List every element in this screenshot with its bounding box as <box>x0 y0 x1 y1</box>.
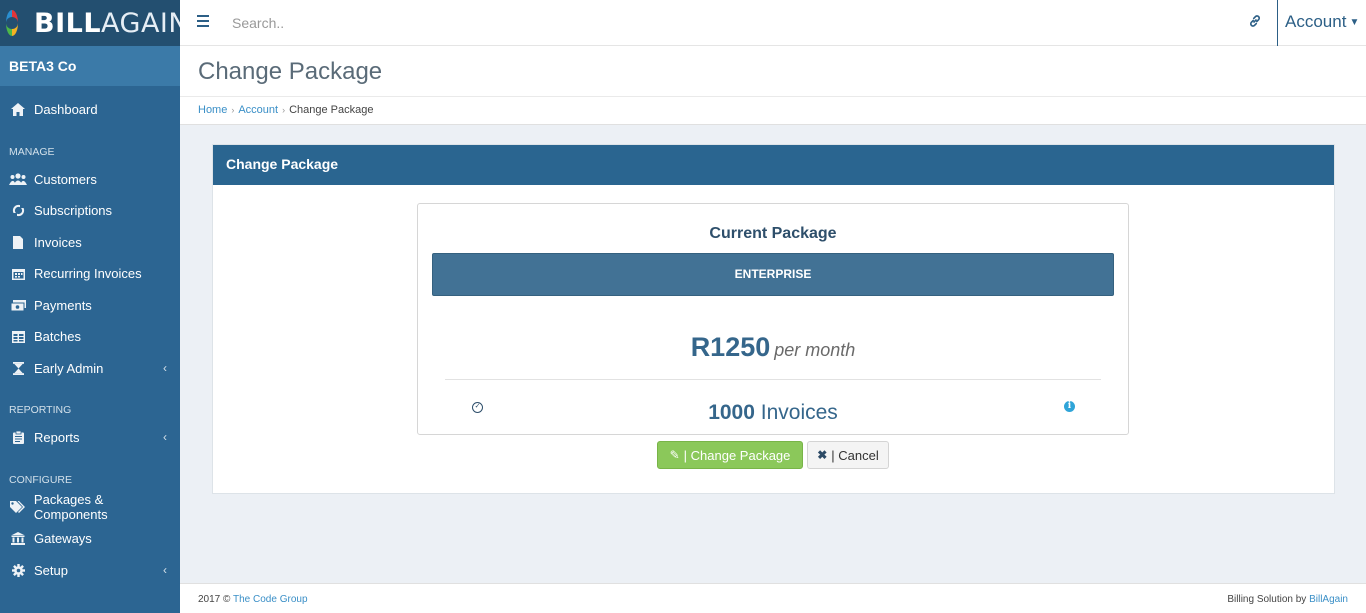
logo-icon <box>6 10 18 36</box>
chevron-left-icon: ‹ <box>163 430 167 444</box>
sidebar-item-invoices[interactable]: Invoices <box>0 227 180 259</box>
sidebar-item-setup[interactable]: Setup ‹ <box>0 555 180 587</box>
breadcrumb-account[interactable]: Account <box>238 104 278 116</box>
change-package-panel: Change Package Current Package ENTERPRIS… <box>212 144 1335 494</box>
sidebar-item-customers[interactable]: Customers <box>0 164 180 196</box>
search-input[interactable] <box>232 12 832 34</box>
company-name: BETA3 Co <box>0 46 180 86</box>
cancel-button[interactable]: ✖ | Cancel <box>807 441 889 469</box>
pencil-icon: ✎ <box>669 448 680 462</box>
sidebar-nav: Dashboard MANAGE Customers Subscriptions… <box>0 86 180 586</box>
sidebar-item-dashboard[interactable]: Dashboard <box>0 94 180 126</box>
tags-icon <box>9 501 27 514</box>
breadcrumb: Home › Account › Change Package <box>198 104 374 116</box>
card-divider <box>445 379 1101 380</box>
clipboard-icon <box>9 431 27 445</box>
package-feature: 1000 Invoices <box>418 401 1128 425</box>
section-reporting: REPORTING <box>9 404 72 416</box>
caret-down-icon: ▼ <box>1349 17 1360 28</box>
footer: 2017 © The Code Group Billing Solution b… <box>180 583 1366 613</box>
sidebar-item-subscriptions[interactable]: Subscriptions <box>0 195 180 227</box>
section-manage: MANAGE <box>9 145 55 158</box>
account-menu[interactable]: Account ▼ <box>1285 12 1359 32</box>
breadcrumb-home[interactable]: Home <box>198 104 227 116</box>
sidebar-item-payments[interactable]: Payments <box>0 290 180 322</box>
footer-credit: Billing Solution by BillAgain <box>1227 594 1348 605</box>
page-title: Change Package <box>198 58 383 85</box>
package-price: R1250 per month <box>418 332 1128 363</box>
breadcrumb-separator-icon: › <box>231 105 235 115</box>
table-icon <box>9 330 27 343</box>
gear-icon <box>9 563 27 577</box>
footer-billagain-link[interactable]: BillAgain <box>1309 594 1348 605</box>
sidebar-item-recurring-invoices[interactable]: Recurring Invoices <box>0 258 180 290</box>
card-title: Current Package <box>709 225 837 242</box>
sidebar-item-reports[interactable]: Reports ‹ <box>0 422 180 454</box>
logo-text: BILLAGAIN <box>34 7 190 39</box>
sidebar-item-gateways[interactable]: Gateways <box>0 523 180 555</box>
file-icon <box>9 235 27 249</box>
breadcrumb-separator-icon: › <box>282 105 286 115</box>
menu-toggle-icon[interactable] <box>197 15 209 27</box>
bank-icon <box>9 532 27 546</box>
refresh-icon <box>9 204 27 218</box>
home-icon <box>9 103 27 117</box>
footer-company-link[interactable]: The Code Group <box>233 594 308 605</box>
change-package-button[interactable]: ✎ | Change Package <box>657 441 803 469</box>
price-period: per month <box>774 340 856 360</box>
footer-copyright: 2017 © The Code Group <box>198 594 308 605</box>
account-divider <box>1277 0 1278 46</box>
link-icon[interactable] <box>1248 14 1262 28</box>
sidebar: BILLAGAIN BETA3 Co Dashboard MANAGE Cust… <box>0 0 189 613</box>
top-bar: Account▼ <box>180 0 1366 46</box>
logo[interactable]: BILLAGAIN <box>0 0 189 46</box>
info-icon[interactable]: i <box>1064 401 1075 412</box>
chevron-left-icon: ‹ <box>163 562 167 577</box>
sidebar-item-early-admin[interactable]: Early Admin ‹ <box>0 353 180 385</box>
page-header: Change Package Home › Account › Change Packa… <box>180 46 1366 125</box>
price-amount: R1250 <box>690 332 771 362</box>
current-package-card: Current Package ENTERPRISE R1250 per mont… <box>417 203 1129 435</box>
users-icon <box>9 173 27 186</box>
close-icon: ✖ <box>817 448 828 462</box>
sidebar-item-packages-components[interactable]: Packages & Components <box>0 492 180 524</box>
breadcrumb-current: Change Package <box>289 104 374 116</box>
sidebar-item-batches[interactable]: Batches <box>0 321 180 353</box>
section-configure: CONFIGURE <box>9 473 72 486</box>
chevron-left-icon: ‹ <box>163 360 167 375</box>
hourglass-icon <box>9 361 27 375</box>
panel-title: Change Package <box>213 145 1334 185</box>
feature-unit: Invoices <box>760 401 838 424</box>
money-icon <box>9 299 27 311</box>
calendar-icon <box>9 267 27 281</box>
feature-count: 1000 <box>708 401 755 424</box>
package-name-banner: ENTERPRISE <box>432 253 1114 296</box>
